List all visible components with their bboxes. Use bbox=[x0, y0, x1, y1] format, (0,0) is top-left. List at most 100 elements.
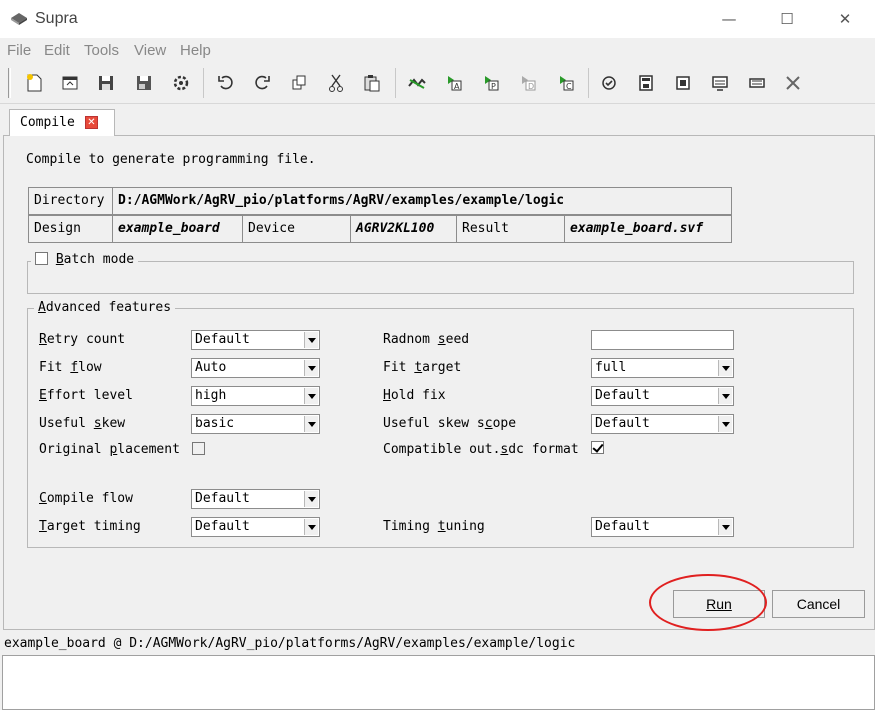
title-bar: Supra — ☐ ✕ bbox=[0, 0, 875, 38]
original-placement-checkbox[interactable] bbox=[192, 442, 205, 455]
tab-close-icon[interactable]: ✕ bbox=[85, 116, 98, 129]
maximize-icon: ☐ bbox=[780, 10, 794, 28]
cancel-button[interactable]: Cancel bbox=[772, 590, 865, 618]
random-seed-input[interactable] bbox=[591, 330, 734, 350]
stop-icon[interactable] bbox=[782, 72, 804, 94]
target-timing-label: Target timing bbox=[39, 519, 141, 534]
batch-mode-checkbox[interactable] bbox=[35, 252, 48, 265]
app-logo-icon bbox=[11, 13, 27, 25]
cut-icon[interactable] bbox=[325, 72, 347, 94]
timing-tuning-label: Timing tuning bbox=[383, 519, 485, 534]
menu-view[interactable]: View bbox=[134, 42, 166, 59]
toolbar: A P D C bbox=[0, 62, 875, 104]
chevron-down-icon bbox=[718, 416, 732, 432]
redo-icon[interactable] bbox=[251, 72, 273, 94]
effort-level-label: Effort level bbox=[39, 388, 133, 403]
original-placement-label: Original placement bbox=[39, 442, 180, 457]
step-c-icon[interactable]: C bbox=[555, 72, 577, 94]
program-icon[interactable] bbox=[635, 72, 657, 94]
open-project-icon[interactable] bbox=[59, 72, 81, 94]
toolbar-grip[interactable] bbox=[8, 68, 11, 98]
useful-skew-scope-select[interactable]: Default bbox=[591, 414, 734, 434]
result-label: Result bbox=[456, 215, 565, 243]
chevron-down-icon bbox=[718, 360, 732, 376]
design-value: example_board bbox=[112, 215, 243, 243]
retry-count-label: Retry count bbox=[39, 332, 126, 347]
menu-tools[interactable]: Tools bbox=[84, 42, 119, 59]
advanced-features-title: Advanced features bbox=[34, 300, 176, 315]
close-window-button[interactable]: ✕ bbox=[830, 8, 860, 30]
svg-text:A: A bbox=[454, 82, 460, 91]
window-title: Supra bbox=[35, 10, 78, 27]
toolbar-separator bbox=[203, 68, 204, 98]
compile-flow-select[interactable]: Default bbox=[191, 489, 320, 509]
compatible-sdc-checkbox[interactable] bbox=[591, 441, 604, 454]
chevron-down-icon bbox=[304, 491, 318, 507]
device-value: AGRV2KL100 bbox=[350, 215, 457, 243]
maximize-button[interactable]: ☐ bbox=[772, 8, 802, 30]
directory-label: Directory bbox=[28, 187, 113, 215]
menu-file[interactable]: File bbox=[7, 42, 31, 59]
retry-count-select[interactable]: Default bbox=[191, 330, 320, 350]
toolbar-separator bbox=[395, 68, 396, 98]
random-seed-label: Radnom seed bbox=[383, 332, 470, 347]
check-icon[interactable] bbox=[598, 72, 620, 94]
hold-fix-label: Hold fix bbox=[383, 388, 446, 403]
chevron-down-icon bbox=[304, 332, 318, 348]
undo-icon[interactable] bbox=[215, 72, 237, 94]
chevron-down-icon bbox=[304, 416, 318, 432]
svg-text:D: D bbox=[528, 82, 534, 91]
close-icon: ✕ bbox=[838, 10, 852, 28]
intro-text: Compile to generate programming file. bbox=[26, 152, 316, 167]
save-icon[interactable] bbox=[95, 72, 117, 94]
useful-skew-label: Useful skew bbox=[39, 416, 126, 431]
compile-flow-label: Compile flow bbox=[39, 491, 133, 506]
fit-flow-select[interactable]: Auto bbox=[191, 358, 320, 378]
toolbar-separator bbox=[588, 68, 589, 98]
step-d-icon[interactable]: D bbox=[517, 72, 539, 94]
menu-help[interactable]: Help bbox=[180, 42, 211, 59]
save-as-icon[interactable] bbox=[133, 72, 155, 94]
copy-icon[interactable] bbox=[288, 72, 310, 94]
menu-bar: File Edit Tools View Help bbox=[0, 38, 875, 62]
device-label: Device bbox=[242, 215, 351, 243]
result-value: example_board.svf bbox=[564, 215, 732, 243]
chevron-down-icon bbox=[718, 388, 732, 404]
step-a-icon[interactable]: A bbox=[443, 72, 465, 94]
minimize-icon: — bbox=[721, 10, 737, 28]
tab-label: Compile bbox=[20, 115, 75, 130]
batch-mode-option[interactable]: Batch mode bbox=[31, 252, 139, 267]
chevron-down-icon bbox=[304, 519, 318, 535]
settings-icon[interactable] bbox=[170, 72, 192, 94]
compile-icon[interactable] bbox=[406, 72, 428, 94]
directory-value: D:/AGMWork/AgRV_pio/platforms/AgRV/examp… bbox=[112, 187, 732, 215]
step-p-icon[interactable]: P bbox=[480, 72, 502, 94]
new-file-icon[interactable] bbox=[23, 72, 45, 94]
compatible-sdc-label: Compatible out.sdc format bbox=[383, 442, 579, 457]
target-timing-select[interactable]: Default bbox=[191, 517, 320, 537]
fit-flow-label: Fit flow bbox=[39, 360, 102, 375]
tab-compile[interactable]: Compile ✕ bbox=[9, 109, 115, 136]
chevron-down-icon bbox=[304, 360, 318, 376]
useful-skew-scope-label: Useful skew scope bbox=[383, 416, 517, 431]
fit-target-select[interactable]: full bbox=[591, 358, 734, 378]
chip-icon[interactable] bbox=[672, 72, 694, 94]
hold-fix-select[interactable]: Default bbox=[591, 386, 734, 406]
menu-edit[interactable]: Edit bbox=[44, 42, 70, 59]
timing-tuning-select[interactable]: Default bbox=[591, 517, 734, 537]
monitor-icon[interactable] bbox=[709, 72, 731, 94]
svg-text:C: C bbox=[566, 82, 572, 91]
effort-level-select[interactable]: high bbox=[191, 386, 320, 406]
svg-text:P: P bbox=[491, 82, 496, 91]
batch-mode-label: Batch mode bbox=[55, 252, 135, 267]
cancel-button-label: Cancel bbox=[796, 596, 841, 612]
minimize-button[interactable]: — bbox=[714, 8, 744, 30]
status-path: example_board @ D:/AGMWork/AgRV_pio/plat… bbox=[4, 636, 576, 651]
console-output[interactable] bbox=[2, 655, 875, 710]
design-label: Design bbox=[28, 215, 113, 243]
useful-skew-select[interactable]: basic bbox=[191, 414, 320, 434]
chevron-down-icon bbox=[718, 519, 732, 535]
device-icon[interactable] bbox=[746, 72, 768, 94]
chevron-down-icon bbox=[304, 388, 318, 404]
paste-icon[interactable] bbox=[361, 72, 383, 94]
